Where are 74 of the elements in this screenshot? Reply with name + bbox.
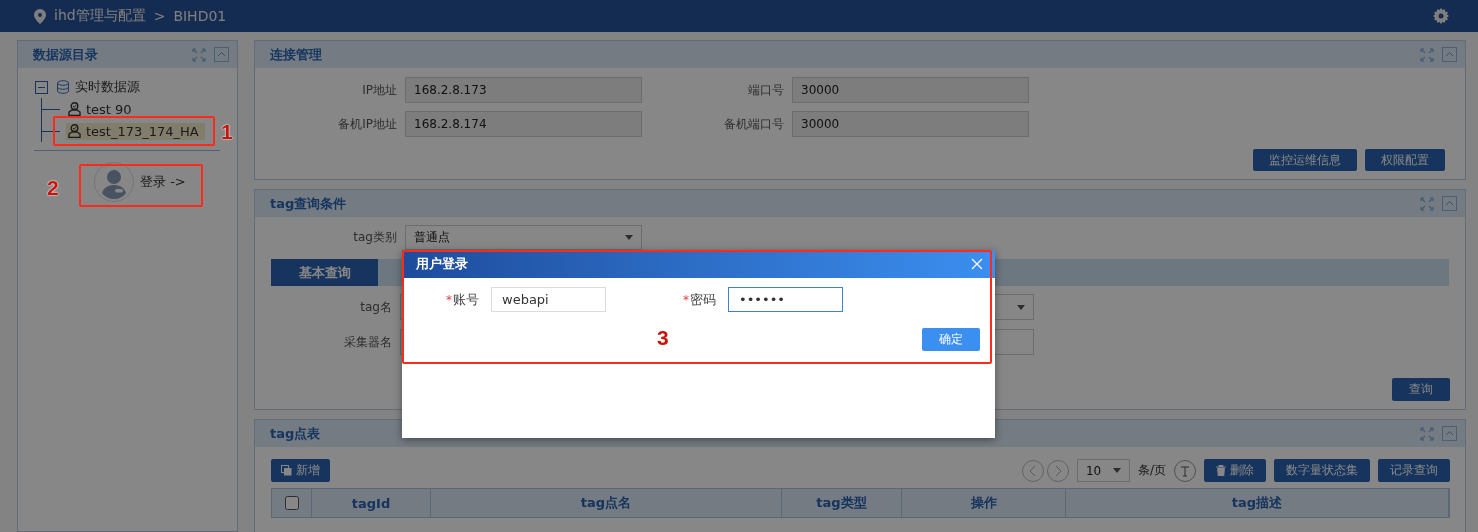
fullscreen-icon[interactable] <box>1420 196 1434 211</box>
action-button[interactable]: 数字量状态集 <box>1274 459 1370 482</box>
column-header: tagId <box>312 489 431 517</box>
required-mark: * <box>446 292 452 307</box>
text-field[interactable]: 30000 <box>792 77 1029 103</box>
collapse-icon[interactable] <box>214 47 229 62</box>
add-icon <box>281 465 292 476</box>
required-mark: * <box>683 292 689 307</box>
annotation-number: 2 <box>47 177 59 198</box>
field-label: 备机IP地址 <box>337 115 398 133</box>
action-button[interactable]: 记录查询 <box>1378 459 1450 482</box>
add-button[interactable]: 新增 <box>271 459 330 482</box>
annotation-number: 1 <box>221 121 233 142</box>
column-header: 操作 <box>902 489 1066 517</box>
caret-icon <box>1112 468 1121 473</box>
fullscreen-icon[interactable] <box>192 47 206 62</box>
column-header: tag点名 <box>431 489 782 517</box>
text-field[interactable]: 30000 <box>792 111 1029 137</box>
fullscreen-icon[interactable] <box>1420 426 1434 441</box>
column-header: tag类型 <box>782 489 902 517</box>
page-size-select[interactable]: 10 <box>1076 459 1130 482</box>
confirm-button[interactable]: 确定 <box>922 328 980 351</box>
field-label: 备机端口号 <box>723 115 785 133</box>
panel-title: tag点表 <box>270 424 322 443</box>
field-label: 账号 <box>453 290 479 309</box>
checkbox[interactable] <box>284 496 299 510</box>
close-icon[interactable] <box>971 258 983 270</box>
dialog-title: 用户登录 <box>416 255 468 273</box>
per-page-label: 条/页 <box>1137 462 1166 479</box>
text-field[interactable]: •••••• <box>728 287 843 312</box>
login-link[interactable]: 登录 -> <box>140 173 186 191</box>
text-field[interactable]: 168.2.8.173 <box>405 77 642 103</box>
collapse-icon[interactable] <box>1442 426 1457 441</box>
user-badge-icon <box>68 102 81 116</box>
settings-icon[interactable] <box>1433 8 1449 24</box>
field-label: IP地址 <box>361 81 398 99</box>
avatar-icon[interactable] <box>94 162 134 202</box>
field-label: tag名 <box>359 298 393 316</box>
text-field[interactable]: 168.2.8.174 <box>405 111 642 137</box>
database-icon <box>56 80 70 94</box>
breadcrumb-current: BIHD01 <box>173 8 227 24</box>
panel-title: 连接管理 <box>270 45 323 64</box>
collapse-icon[interactable] <box>1442 196 1457 211</box>
select-field[interactable]: 普通点 <box>405 225 642 250</box>
annotation-number: 3 <box>657 327 669 348</box>
tree-item[interactable]: test 90 <box>66 100 138 118</box>
caret-icon <box>1017 304 1025 310</box>
field-label: 密码 <box>690 290 716 309</box>
search-button[interactable]: 查询 <box>1392 378 1450 401</box>
breadcrumb-separator: > <box>153 8 166 24</box>
query-tab[interactable]: 基本查询 <box>271 259 378 286</box>
breadcrumb-link[interactable]: ihd管理与配置 <box>54 7 146 25</box>
user-badge-icon <box>68 124 81 138</box>
text-field[interactable]: webapi <box>491 287 606 312</box>
field-label: tag类别 <box>352 229 398 246</box>
panel-title: tag查询条件 <box>270 194 348 213</box>
action-button[interactable]: 删除 <box>1204 459 1266 482</box>
action-button[interactable]: 权限配置 <box>1365 149 1445 171</box>
tree-item[interactable]: test_173_174_HA <box>66 122 205 140</box>
collapse-icon[interactable] <box>1442 47 1457 62</box>
text-icon[interactable] <box>1174 459 1196 482</box>
trash-icon <box>1216 465 1226 476</box>
column-header: tag描述 <box>1066 489 1449 517</box>
tree-item[interactable]: 实时数据源 <box>54 77 146 97</box>
next-page-icon[interactable] <box>1046 459 1069 482</box>
collapse-toggle-icon[interactable] <box>35 80 48 94</box>
location-pin-icon <box>34 8 46 24</box>
panel-title: 数据源目录 <box>33 45 99 64</box>
caret-icon <box>625 235 633 240</box>
field-label: 采集器名 <box>343 333 393 351</box>
field-label: 端口号 <box>747 81 785 99</box>
fullscreen-icon[interactable] <box>1420 47 1434 62</box>
action-button[interactable]: 监控运维信息 <box>1253 149 1357 171</box>
previous-page-icon[interactable] <box>1021 459 1044 482</box>
